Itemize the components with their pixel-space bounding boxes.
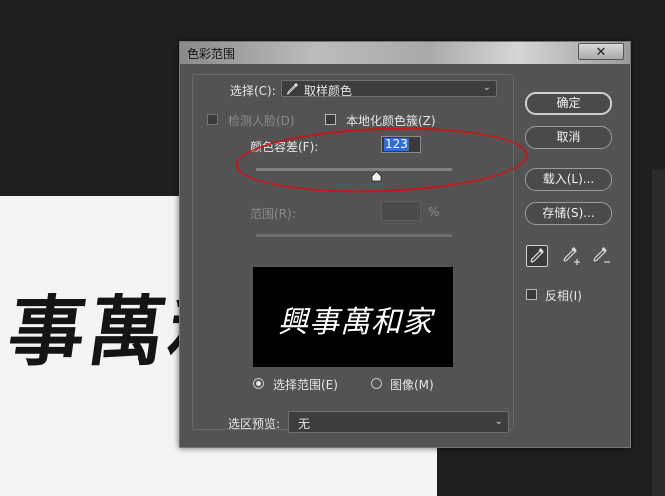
close-button[interactable]: ✕ bbox=[578, 43, 624, 60]
localized-clusters-label: 本地化颜色簇(Z) bbox=[346, 114, 436, 128]
panel-scrollbar[interactable] bbox=[652, 170, 665, 496]
selection-preview-image: 興事萬和家 bbox=[253, 267, 453, 367]
radio-image[interactable] bbox=[371, 378, 382, 389]
range-label: 范围(R): bbox=[250, 207, 296, 221]
radio-selection-label: 选择范围(E) bbox=[273, 378, 338, 392]
eyedropper-button[interactable] bbox=[526, 245, 548, 267]
dialog-title: 色彩范围 bbox=[187, 47, 236, 61]
eyedropper-icon bbox=[530, 248, 544, 263]
close-icon: ✕ bbox=[595, 45, 607, 60]
load-button[interactable]: 载入(L)... bbox=[525, 168, 612, 191]
selection-preview-label: 选区预览: bbox=[228, 417, 281, 431]
save-button[interactable]: 存储(S)... bbox=[525, 202, 612, 225]
radio-image-label: 图像(M) bbox=[390, 378, 434, 392]
range-unit: % bbox=[428, 205, 440, 219]
cancel-button[interactable]: 取消 bbox=[525, 126, 612, 149]
radio-selection[interactable] bbox=[253, 378, 264, 389]
detect-faces-checkbox[interactable] bbox=[207, 114, 218, 125]
eyedropper-icon bbox=[287, 83, 298, 95]
eyedropper-plus-button[interactable] bbox=[560, 245, 582, 267]
range-input[interactable] bbox=[381, 201, 421, 221]
eyedropper-plus-icon bbox=[563, 247, 580, 265]
localized-clusters-checkbox[interactable] bbox=[325, 114, 336, 125]
dialog-titlebar[interactable]: 色彩范围 ✕ bbox=[180, 42, 630, 64]
select-dropdown[interactable]: 取样颜色 ⌄ bbox=[281, 80, 497, 98]
chevron-down-icon: ⌄ bbox=[494, 416, 503, 427]
color-range-dialog: 色彩范围 ✕ 选择(C): 取样颜色 ⌄ 检测人脸(D) 本地化颜色簇(Z) 颜… bbox=[179, 41, 631, 448]
selection-preview-dropdown[interactable]: 无 ⌄ bbox=[288, 411, 509, 433]
eyedropper-minus-icon bbox=[593, 247, 610, 263]
ok-button[interactable]: 确定 bbox=[525, 92, 612, 115]
invert-checkbox[interactable] bbox=[526, 289, 537, 300]
eyedropper-minus-button[interactable] bbox=[590, 245, 612, 267]
select-label: 选择(C): bbox=[230, 84, 276, 98]
select-value: 取样颜色 bbox=[304, 84, 353, 98]
detect-faces-label: 检测人脸(D) bbox=[228, 114, 295, 128]
chevron-down-icon: ⌄ bbox=[482, 82, 491, 93]
selection-preview-value: 无 bbox=[298, 417, 311, 431]
range-slider-track[interactable] bbox=[256, 234, 452, 237]
preview-calligraphy: 興事萬和家 bbox=[278, 305, 433, 340]
invert-label: 反相(I) bbox=[545, 289, 582, 303]
